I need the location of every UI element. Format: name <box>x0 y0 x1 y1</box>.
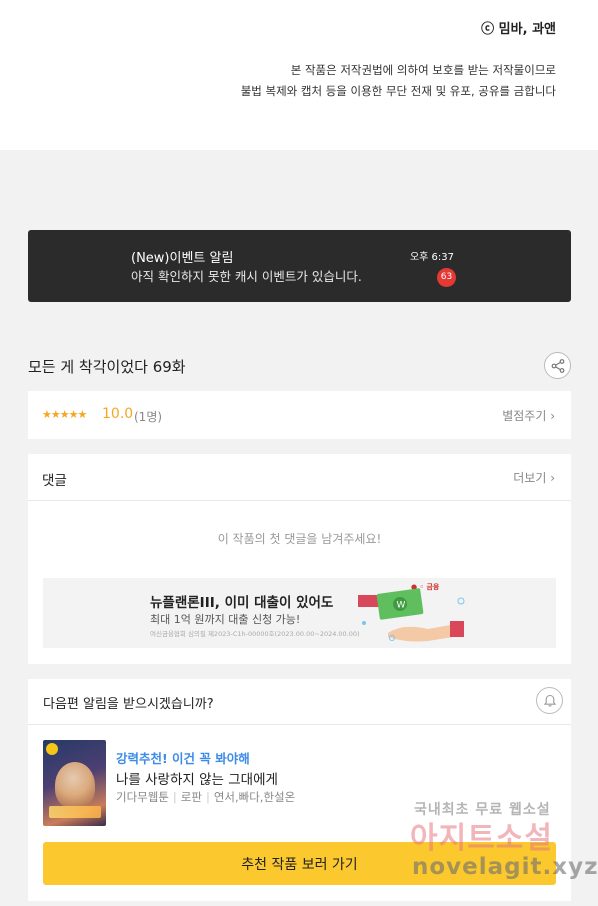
event-time: 오후 6:37 <box>409 252 454 263</box>
site-watermark: 국내최초 무료 웹소설 아지트소설 novelagit.xyz <box>410 799 597 889</box>
watermark-line: 아지트소설 <box>410 821 553 856</box>
watermark-line: novelagit.xyz <box>412 854 598 880</box>
comments-more-link[interactable]: 더보기 › <box>513 469 555 486</box>
cut-off-text: · · · · · <box>451 0 488 7</box>
wait-free-clock-icon <box>46 743 58 755</box>
bell-icon <box>543 694 556 707</box>
rating-score: 10.0 <box>102 406 134 422</box>
meta-item: 로판 <box>180 790 202 804</box>
share-icon <box>551 358 564 373</box>
recommended-meta: 기다무웹툰 | 로판 | 연서,빠다,한설온 <box>116 790 296 804</box>
notice-line: 본 작품은 저작권법에 의하여 보호를 받는 저작물이므로 <box>290 63 556 77</box>
next-episode-question: 다음편 알림을 받으시겠습니까? <box>43 697 214 712</box>
divider <box>28 724 571 725</box>
cover-title-art <box>49 806 101 818</box>
meta-item: 연서,빠다,한설온 <box>213 790 296 804</box>
cover-art <box>55 762 95 808</box>
copyright-section: · · · · · ⓒ 밈바, 과앤 본 작품은 저작권법에 의하여 보호를 받… <box>0 0 598 150</box>
event-title: (New)이벤트 알림 <box>131 251 234 266</box>
meta-item: 기다무웹툰 <box>116 790 169 804</box>
rate-button[interactable]: 별점주기 › <box>502 407 555 424</box>
share-button[interactable] <box>544 352 571 379</box>
ad-subtitle: 최대 1억 원까지 대출 신청 가능! <box>150 613 301 626</box>
copyright-text: ⓒ 밈바, 과앤 <box>481 22 556 37</box>
ad-fine-print: 여신금융협회 심의필 제2023-C1h-00000호(2023.00.00~2… <box>150 630 360 638</box>
svg-text:W: W <box>397 601 406 611</box>
ad-title: 뉴플랜론III, 이미 대출이 있어도 <box>150 595 334 611</box>
recommend-label: 강력추천! 이건 꼭 봐야해 <box>116 751 250 766</box>
comments-title: 댓글 <box>42 473 67 489</box>
divider <box>28 500 571 501</box>
recommended-cover-image[interactable] <box>43 740 106 826</box>
money-hand-icon: W <box>358 588 465 642</box>
event-count-badge: 63 <box>437 268 456 287</box>
episode-title: 모든 게 착각이었다 69화 <box>28 358 186 376</box>
comments-card: 댓글 더보기 › 이 작품의 첫 댓글을 남겨주세요! 뉴플랜론III, 이미 … <box>28 454 571 664</box>
loan-ad-banner[interactable]: 뉴플랜론III, 이미 대출이 있어도 최대 1억 원까지 대출 신청 가능! … <box>43 578 556 648</box>
star-rating-icon: ★★★★★ <box>42 408 87 421</box>
comments-empty-message: 이 작품의 첫 댓글을 남겨주세요! <box>217 532 382 546</box>
notice-line: 불법 복제와 캡처 등을 이용한 무단 전재 및 유포, 공유를 금합니다 <box>240 84 556 98</box>
notification-bell-button[interactable] <box>536 687 563 714</box>
rating-count: (1명) <box>134 410 163 424</box>
event-body: 아직 확인하지 못한 캐시 이벤트가 있습니다. <box>131 269 362 284</box>
copyright-notice: 본 작품은 저작권법에 의하여 보호를 받는 저작물이므로 불법 복제와 캡처 … <box>241 60 556 102</box>
recommended-title[interactable]: 나를 사랑하지 않는 그대에게 <box>116 768 278 788</box>
event-notification[interactable]: (New)이벤트 알림 아직 확인하지 못한 캐시 이벤트가 있습니다. 오후 … <box>28 230 571 302</box>
rating-card: ★★★★★ 10.0 (1명) 별점주기 › <box>28 391 571 439</box>
